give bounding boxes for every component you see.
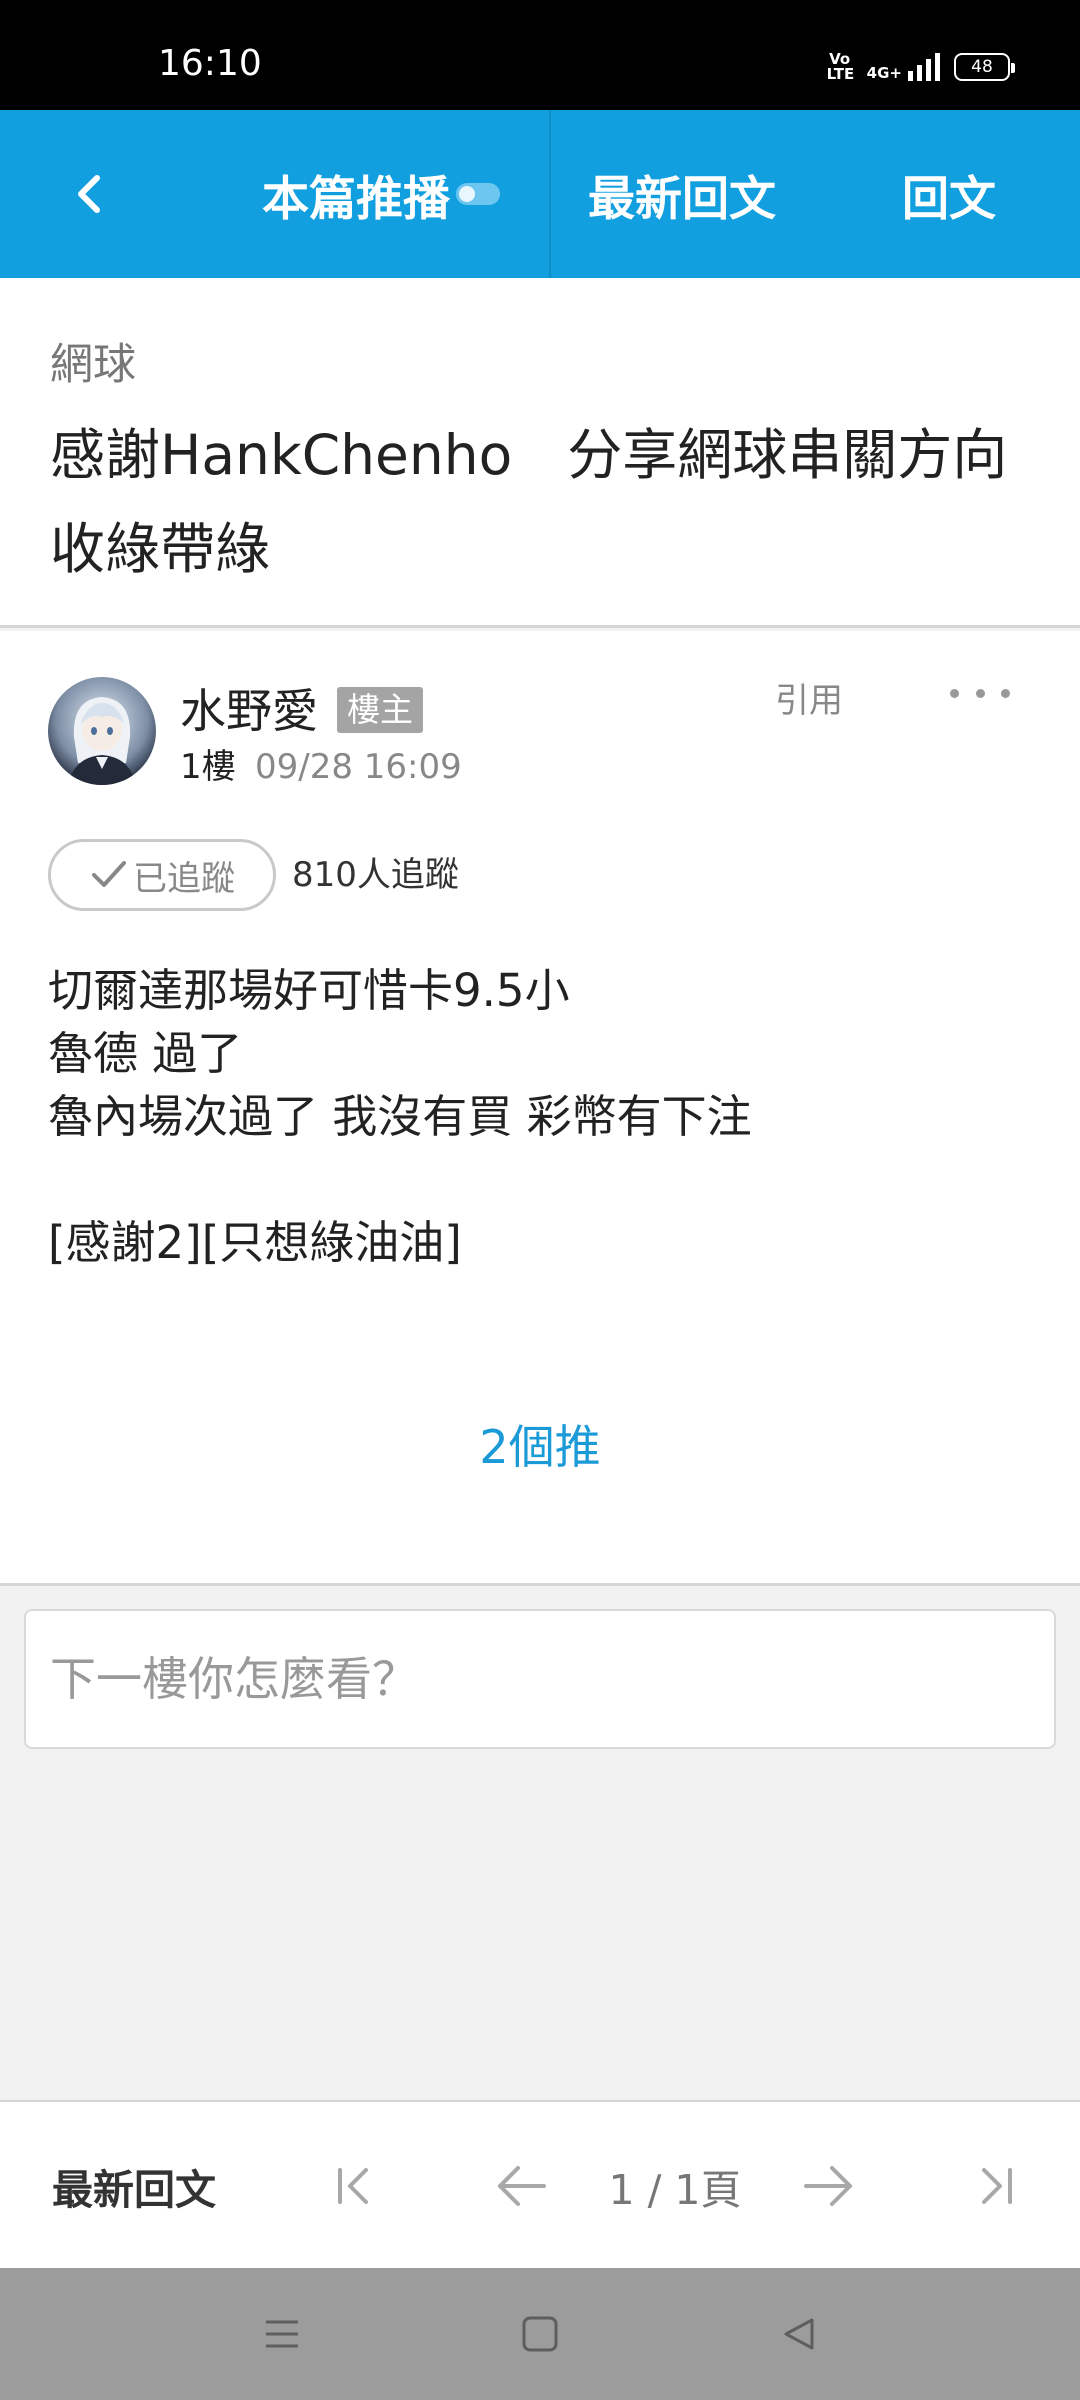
signal-icon: 4G+ — [867, 53, 940, 81]
post-body: 切爾達那場好可惜卡9.5小 魯德 過了 魯內場次過了 我沒有買 彩幣有下注 [感… — [48, 959, 752, 1274]
reply-input[interactable] — [26, 1611, 1054, 1747]
chevron-left-icon — [78, 175, 100, 213]
post-body-line: 魯內場次過了 我沒有買 彩幣有下注 — [48, 1090, 752, 1143]
reply-box[interactable] — [24, 1609, 1056, 1749]
topic-header: 網球 感謝HankChenho 分享網球串關方向收綠帶綠 — [0, 278, 1080, 628]
volte-icon: Vo LTE — [826, 50, 855, 83]
next-page-button[interactable] — [798, 2156, 858, 2216]
status-time: 16:10 — [158, 43, 262, 84]
last-page-icon — [982, 2168, 1012, 2204]
nav-back-button[interactable] — [768, 2308, 828, 2360]
network-type: 4G+ — [866, 64, 902, 82]
first-page-icon — [338, 2168, 368, 2204]
follower-count: 810人追蹤 — [292, 855, 459, 895]
more-dots-icon — [950, 688, 959, 698]
post-body-line: 切爾達那場好可惜卡9.5小 — [48, 964, 570, 1017]
topic-category[interactable]: 網球 — [50, 330, 136, 392]
op-badge: 樓主 — [337, 687, 423, 733]
avatar[interactable] — [48, 677, 156, 785]
tab-push-notify[interactable]: 本篇推播 — [262, 110, 500, 278]
post-timestamp: 09/28 16:09 — [255, 747, 462, 787]
post-body-line — [48, 1148, 752, 1211]
app-header: 本篇推播 最新回文 回文 — [0, 110, 1080, 278]
tab-latest-replies[interactable]: 最新回文 — [588, 110, 776, 278]
follow-button[interactable]: 已追蹤 — [48, 839, 276, 911]
back-triangle-icon — [784, 2318, 814, 2350]
tab-reply[interactable]: 回文 — [902, 110, 996, 278]
header-divider — [549, 110, 551, 278]
nav-menu-button[interactable] — [252, 2308, 312, 2360]
status-bar: 16:10 Vo LTE 4G+ 48 — [0, 0, 1080, 110]
tab-push-label: 本篇推播 — [262, 171, 450, 227]
latest-replies-button[interactable]: 最新回文 — [52, 2102, 216, 2270]
post-card: 水野愛 樓主 1樓 09/28 16:09 引用 已追蹤 810人追蹤 切爾達那… — [0, 631, 1080, 1586]
push-count-button[interactable]: 2個推 — [0, 1411, 1080, 1477]
last-page-button[interactable] — [966, 2156, 1026, 2216]
back-button[interactable] — [50, 154, 130, 234]
floor-number: 1樓 — [180, 747, 236, 787]
author-name[interactable]: 水野愛 — [180, 683, 318, 739]
nav-home-button[interactable] — [510, 2308, 570, 2360]
check-icon — [92, 861, 126, 887]
page-info: 1 / 1頁 — [608, 2166, 742, 2214]
follow-label: 已追蹤 — [133, 858, 235, 899]
pagination-bar: 最新回文 1 / 1頁 — [0, 2100, 1080, 2268]
post-body-line: 魯德 過了 — [48, 1027, 243, 1080]
post-body-line: [感謝2][只想綠油油] — [48, 1216, 462, 1269]
push-toggle[interactable] — [456, 183, 500, 205]
status-icons: Vo LTE 4G+ 48 — [826, 50, 1015, 84]
battery-level: 48 — [971, 57, 993, 77]
quote-button[interactable]: 引用 — [775, 673, 843, 722]
menu-icon — [266, 2320, 298, 2348]
prev-page-button[interactable] — [492, 2156, 552, 2216]
home-icon — [522, 2316, 558, 2352]
topic-title: 感謝HankChenho 分享網球串關方向收綠帶綠 — [50, 423, 1008, 581]
battery-icon: 48 — [954, 53, 1015, 81]
more-options-button[interactable] — [950, 673, 1010, 713]
first-page-button[interactable] — [324, 2156, 384, 2216]
arrow-right-icon — [804, 2166, 852, 2206]
system-nav-bar — [0, 2268, 1080, 2400]
arrow-left-icon — [498, 2166, 546, 2206]
